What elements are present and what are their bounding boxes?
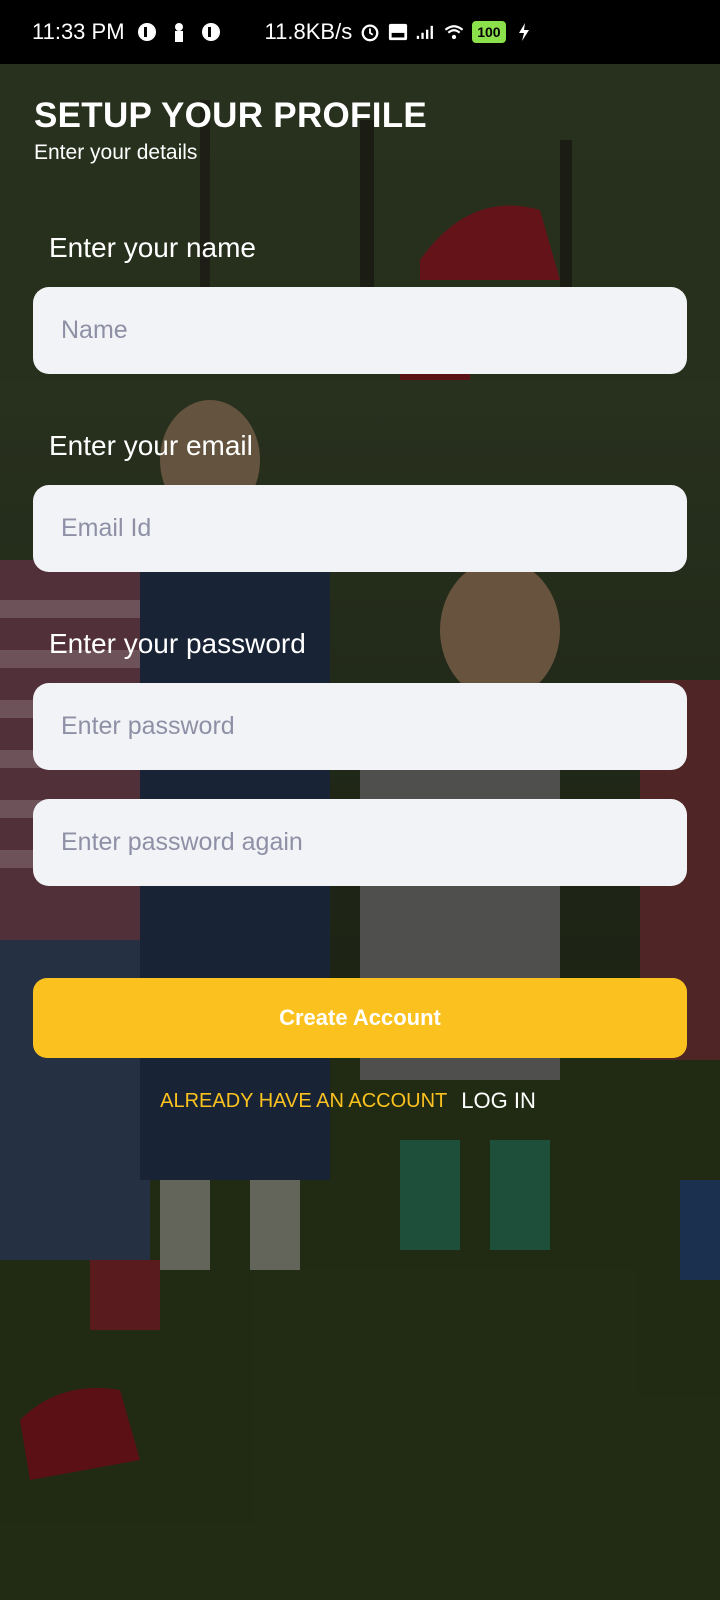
email-label: Enter your email bbox=[49, 430, 253, 461]
page-title: SETUP YOUR PROFILE bbox=[34, 96, 428, 135]
password-label: Enter your password bbox=[49, 628, 306, 659]
alarm-icon bbox=[360, 22, 380, 42]
email-input[interactable] bbox=[33, 485, 687, 572]
notification-icon bbox=[137, 22, 157, 42]
battery-icon: 100 bbox=[472, 21, 506, 43]
signal-icon bbox=[416, 22, 436, 42]
notification-icon bbox=[201, 22, 221, 42]
network-speed: 11.8KB/s bbox=[264, 19, 353, 44]
status-left-group: 11:33 PM bbox=[32, 19, 221, 45]
charging-icon bbox=[514, 22, 534, 42]
status-bar: 11:33 PM 11.8KB/s 100 bbox=[0, 0, 720, 64]
login-row: ALREADY HAVE AN ACCOUNT LOG IN bbox=[0, 1088, 720, 1114]
confirm-password-input[interactable] bbox=[33, 799, 687, 886]
already-have-account-text: ALREADY HAVE AN ACCOUNT bbox=[160, 1089, 448, 1112]
setup-profile-screen: 11:33 PM 11.8KB/s 100 SETUP YOUR PROFILE… bbox=[0, 0, 720, 1600]
page-subtitle: Enter your details bbox=[34, 141, 198, 164]
person-icon bbox=[169, 22, 189, 42]
name-label: Enter your name bbox=[49, 232, 256, 263]
create-account-button[interactable]: Create Account bbox=[33, 978, 687, 1058]
volte-icon bbox=[388, 22, 408, 42]
status-time: 11:33 PM bbox=[32, 19, 125, 44]
status-right-group: 11.8KB/s 100 bbox=[265, 19, 534, 45]
password-input[interactable] bbox=[33, 683, 687, 770]
login-link[interactable]: LOG IN bbox=[461, 1088, 536, 1114]
name-input[interactable] bbox=[33, 287, 687, 374]
wifi-icon bbox=[444, 22, 464, 42]
